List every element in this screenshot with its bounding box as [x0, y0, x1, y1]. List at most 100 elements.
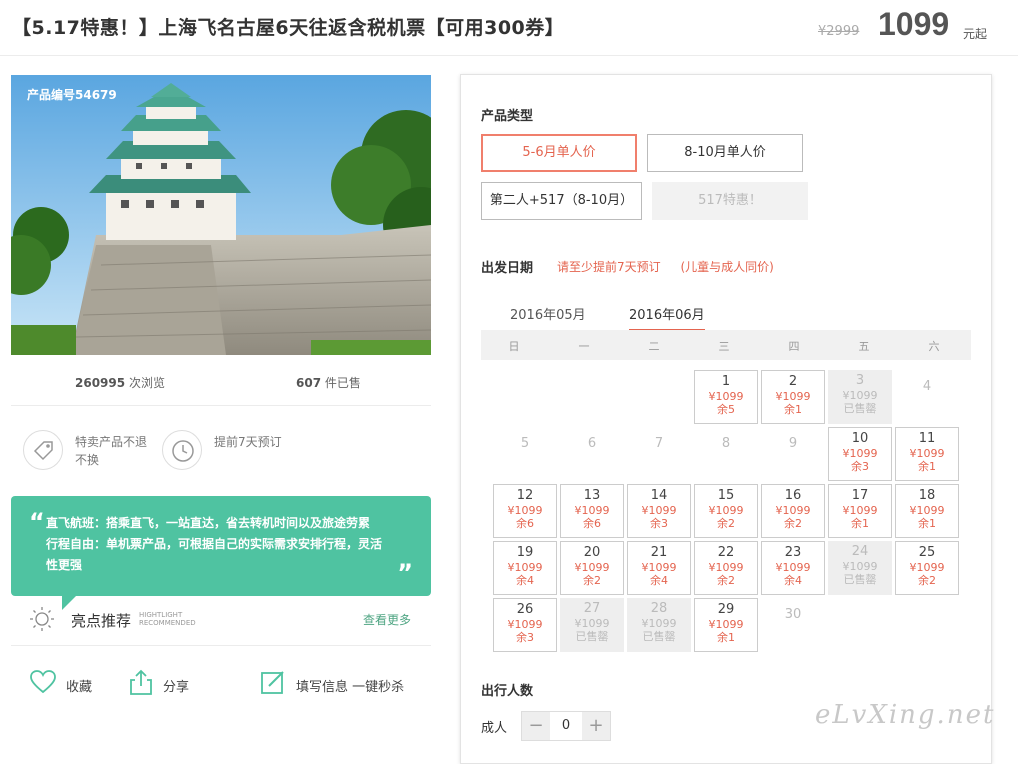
- calendar-day-9: 9: [761, 427, 825, 481]
- type-option-aug-oct[interactable]: 8-10月单人价: [647, 134, 803, 172]
- weekday-label: 六: [928, 340, 940, 353]
- day-number: 14: [650, 488, 668, 503]
- calendar-day-7: 7: [627, 427, 691, 481]
- tag-icon: [23, 430, 63, 470]
- day-number: 29: [717, 602, 735, 617]
- calendar-day-15[interactable]: 15 ¥1099 余2: [694, 484, 758, 538]
- calendar-day-28: 28 ¥1099 已售罄: [627, 598, 691, 652]
- day-stock: 余3: [516, 631, 534, 644]
- weekday-label: 四: [788, 340, 800, 353]
- calendar-day-22[interactable]: 22 ¥1099 余2: [694, 541, 758, 595]
- day-number: 15: [717, 488, 735, 503]
- booking-panel: 产品类型 5-6月单人价 8-10月单人价 第二人+517（8-10月） 517…: [460, 74, 992, 764]
- highlights-subtitle: HIGHTLIGHT RECOMMENDED: [139, 611, 196, 627]
- day-number: 25: [918, 545, 936, 560]
- adult-label: 成人: [481, 721, 508, 736]
- favorite-label: 收藏: [66, 680, 93, 695]
- weekday-header: 日一二三四五六: [481, 330, 971, 360]
- day-stock: 已售罄: [642, 630, 676, 643]
- day-stock: 余1: [717, 631, 735, 644]
- day-number: 2: [788, 374, 798, 389]
- calendar-day-19[interactable]: 19 ¥1099 余4: [493, 541, 557, 595]
- calendar-day-23[interactable]: 23 ¥1099 余4: [761, 541, 825, 595]
- highlight-bubble-text: 直飞航班：搭乘直飞，一站直达，省去转机时间以及旅途劳累 行程自由：单机票产品，可…: [46, 513, 386, 576]
- weekday-label: 二: [648, 340, 660, 353]
- day-price: ¥1099: [842, 560, 878, 573]
- day-price: ¥1099: [507, 504, 543, 517]
- day-price: ¥1099: [708, 504, 744, 517]
- day-number: 20: [583, 545, 601, 560]
- calendar-day-20[interactable]: 20 ¥1099 余2: [560, 541, 624, 595]
- minus-button[interactable]: −: [522, 712, 550, 740]
- product-type-title: 产品类型: [481, 109, 534, 124]
- calendar-day-17[interactable]: 17 ¥1099 余1: [828, 484, 892, 538]
- day-number: 12: [516, 488, 534, 503]
- fill-info-button[interactable]: 填写信息 一键秒杀: [259, 668, 419, 702]
- calendar-day-14[interactable]: 14 ¥1099 余3: [627, 484, 691, 538]
- edit-icon: [261, 671, 284, 694]
- feature-list: 特卖产品不退不换 提前7天预订: [11, 406, 431, 486]
- type-option-may-june[interactable]: 5-6月单人价: [481, 134, 637, 172]
- calendar-day-25[interactable]: 25 ¥1099 余2: [895, 541, 959, 595]
- highlight-line-2: 行程自由：单机票产品，可根据自己的实际需求安排行程，灵活性更强: [46, 537, 383, 572]
- calendar-day-2[interactable]: 2 ¥1099 余1: [761, 370, 825, 424]
- day-stock: 余6: [516, 517, 534, 530]
- calendar-day-29[interactable]: 29 ¥1099 余1: [694, 598, 758, 652]
- adult-count-value[interactable]: 0: [550, 712, 582, 740]
- day-number: 21: [650, 545, 668, 560]
- day-number: 13: [583, 488, 601, 503]
- feature-text: 提前7天预订: [214, 435, 282, 449]
- product-image[interactable]: 产品编号54679: [11, 75, 431, 355]
- type-option-second-person[interactable]: 第二人+517（8-10月）: [481, 182, 642, 220]
- share-button[interactable]: 分享: [127, 668, 217, 702]
- calendar-day-6: 6: [560, 427, 624, 481]
- favorite-button[interactable]: 收藏: [29, 668, 119, 702]
- day-number: 8: [721, 436, 731, 451]
- heart-icon: [30, 670, 56, 694]
- traveler-count-title: 出行人数: [481, 684, 534, 699]
- day-stock: 余1: [851, 517, 869, 530]
- day-number: 3: [855, 373, 865, 388]
- day-number: 5: [520, 436, 530, 451]
- calendar-day-13[interactable]: 13 ¥1099 余6: [560, 484, 624, 538]
- day-price: ¥1099: [842, 389, 878, 402]
- day-number: 10: [851, 431, 869, 446]
- day-price: ¥1099: [574, 617, 610, 630]
- departure-date-title: 出发日期: [481, 261, 534, 276]
- day-price: ¥1099: [775, 390, 811, 403]
- calendar-day-10[interactable]: 10 ¥1099 余3: [828, 427, 892, 481]
- day-number: 6: [587, 436, 597, 451]
- day-price: ¥1099: [842, 447, 878, 460]
- highlights-en-1: HIGHTLIGHT: [139, 611, 183, 619]
- plus-button[interactable]: +: [582, 712, 610, 740]
- calendar-day-24: 24 ¥1099 已售罄: [828, 541, 892, 595]
- highlights-title: 亮点推荐: [71, 612, 132, 630]
- day-price: ¥1099: [708, 390, 744, 403]
- calendar-day-26[interactable]: 26 ¥1099 余3: [493, 598, 557, 652]
- share-label: 分享: [163, 680, 190, 695]
- see-more-link[interactable]: 查看更多: [363, 611, 411, 628]
- day-number: 1: [721, 374, 731, 389]
- day-number: 9: [788, 436, 798, 451]
- quote-open-icon: “: [29, 508, 45, 536]
- tab-month-may[interactable]: 2016年05月: [510, 304, 586, 329]
- day-stock: 余2: [784, 517, 802, 530]
- tab-month-june[interactable]: 2016年06月: [629, 304, 705, 331]
- calendar-day-16[interactable]: 16 ¥1099 余2: [761, 484, 825, 538]
- day-price: ¥1099: [775, 561, 811, 574]
- calendar-day-18[interactable]: 18 ¥1099 余1: [895, 484, 959, 538]
- day-price: ¥1099: [641, 561, 677, 574]
- calendar-day-1[interactable]: 1 ¥1099 余5: [694, 370, 758, 424]
- sold-count: 607: [296, 376, 322, 390]
- day-number: 4: [922, 379, 932, 394]
- calendar-day-12[interactable]: 12 ¥1099 余6: [493, 484, 557, 538]
- calendar-day-21[interactable]: 21 ¥1099 余4: [627, 541, 691, 595]
- day-price: ¥1099: [641, 617, 677, 630]
- day-price: ¥1099: [708, 618, 744, 631]
- sold-label: 件已售: [324, 376, 361, 390]
- day-number: 30: [784, 607, 802, 622]
- calendar-day-11[interactable]: 11 ¥1099 余1: [895, 427, 959, 481]
- day-stock: 余3: [851, 460, 869, 473]
- day-stock: 余2: [717, 574, 735, 587]
- day-stock: 余2: [918, 574, 936, 587]
